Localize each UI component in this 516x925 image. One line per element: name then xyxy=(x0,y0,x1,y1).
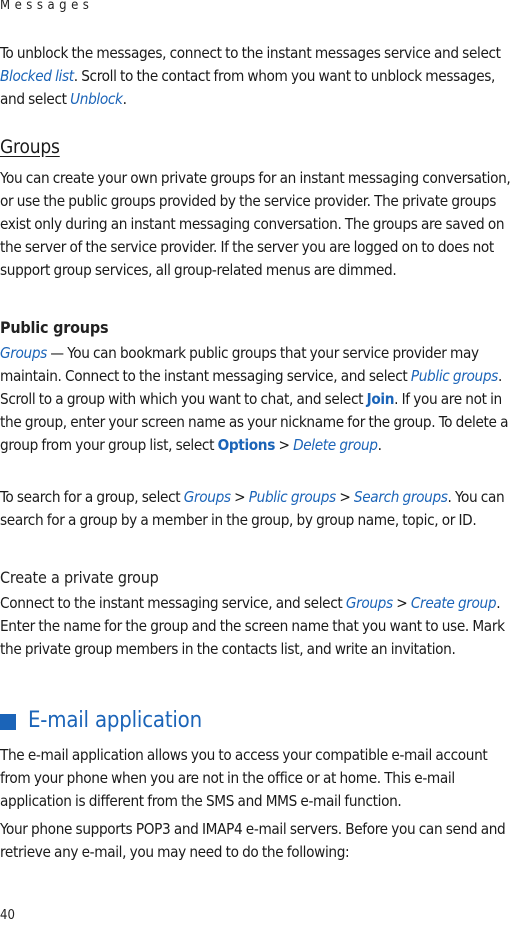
text: . xyxy=(122,90,127,108)
public-groups-heading: Public groups xyxy=(0,318,109,337)
search-paragraph: To search for a group, select Groups > P… xyxy=(0,486,516,532)
email-paragraph-1: The e-mail application allows you to acc… xyxy=(0,746,488,810)
search-groups-link: Search groups xyxy=(353,488,448,506)
page-number: 40 xyxy=(0,908,15,923)
delete-group-link: Delete group xyxy=(293,436,378,454)
email-paragraph-2: Your phone supports POP3 and IMAP4 e-mai… xyxy=(0,820,506,861)
groups-link: Groups xyxy=(0,344,47,362)
text: Connect to the instant messaging service… xyxy=(0,594,346,612)
create-group-paragraph: Connect to the instant messaging service… xyxy=(0,592,516,661)
join-key: Join xyxy=(366,390,395,408)
text: . xyxy=(377,436,382,454)
section-square-icon xyxy=(0,713,16,730)
groups-heading: Groups xyxy=(0,136,60,158)
separator: > xyxy=(230,488,249,506)
create-group-heading: Create a private group xyxy=(0,568,159,587)
public-groups-link: Public groups xyxy=(410,367,498,385)
public-groups-paragraph: Groups — You can bookmark public groups … xyxy=(0,342,516,457)
text: To search for a group, select xyxy=(0,488,184,506)
options-key: Options xyxy=(217,436,276,454)
text: To unblock the messages, connect to the … xyxy=(0,44,501,62)
running-header: Messages xyxy=(0,0,94,13)
separator: > xyxy=(335,488,354,506)
blocked-list-link: Blocked list xyxy=(0,67,74,85)
separator: > xyxy=(392,594,411,612)
email-heading: E-mail application xyxy=(0,708,202,733)
groups-link: Groups xyxy=(345,594,393,612)
intro-paragraph: To unblock the messages, connect to the … xyxy=(0,42,516,111)
text: — You can bookmark public groups that yo… xyxy=(0,344,479,385)
email-heading-text: E-mail application xyxy=(28,708,202,733)
create-group-link: Create group xyxy=(410,594,497,612)
separator: > xyxy=(274,436,294,454)
unblock-link: Unblock xyxy=(70,90,123,108)
groups-paragraph: You can create your own private groups f… xyxy=(0,169,511,279)
groups-link: Groups xyxy=(183,488,231,506)
public-groups-link: Public groups xyxy=(248,488,336,506)
